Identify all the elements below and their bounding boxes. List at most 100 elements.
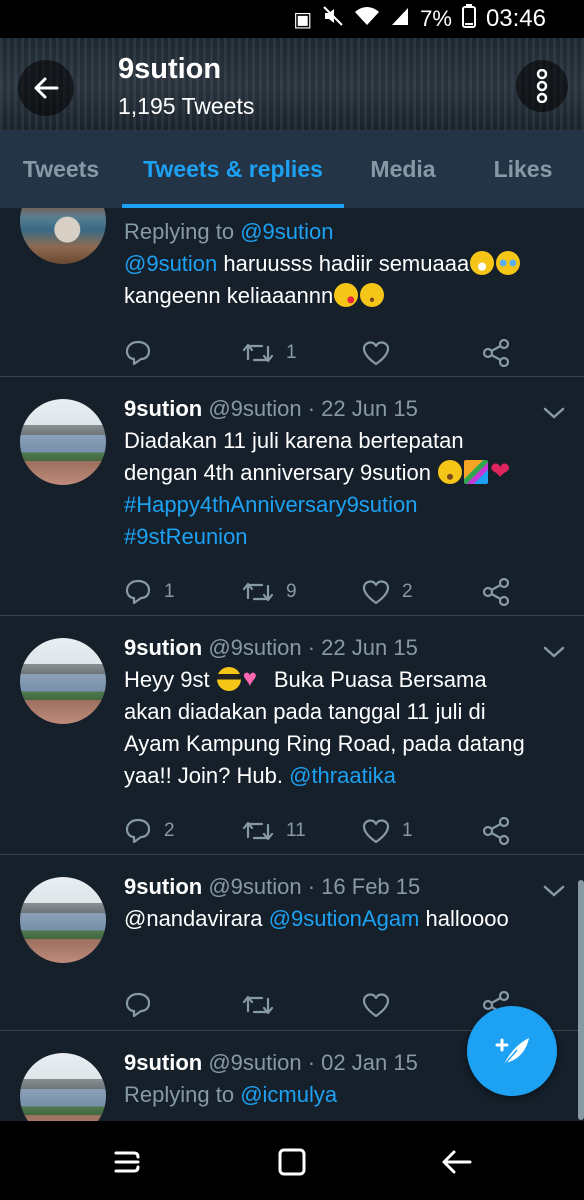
avatar[interactable] bbox=[20, 877, 106, 963]
share-icon bbox=[482, 339, 510, 367]
retweet-button[interactable]: 1 bbox=[242, 336, 297, 370]
signal-icon bbox=[390, 5, 410, 33]
image-notification-icon: ▣ bbox=[293, 8, 313, 31]
tweet-text: Ayam Kampung Ring Road, pada datang bbox=[124, 731, 525, 756]
more-options-button[interactable] bbox=[516, 60, 568, 112]
tweet-meta: @9sution · 22 Jun 15 bbox=[202, 635, 418, 660]
like-button[interactable] bbox=[362, 336, 402, 370]
retweet-count: 11 bbox=[286, 820, 306, 841]
smile-emoji-icon bbox=[438, 460, 463, 484]
tweet-text: kangeenn keliaaannn bbox=[124, 283, 334, 308]
retweet-icon bbox=[242, 582, 274, 602]
red-heart-emoji-icon bbox=[490, 460, 514, 484]
battery-percent: 7% bbox=[420, 6, 452, 31]
tweet-meta: @9sution · 22 Jun 15 bbox=[202, 396, 418, 421]
reply-button[interactable]: 1 bbox=[124, 575, 175, 609]
tab-tweets-and-replies[interactable]: Tweets & replies bbox=[122, 130, 344, 208]
retweet-button[interactable]: 9 bbox=[242, 575, 297, 609]
tweet-count: 1,195 Tweets bbox=[118, 93, 255, 119]
share-icon bbox=[482, 578, 510, 606]
vertical-dots-icon bbox=[536, 69, 548, 103]
retweet-icon bbox=[242, 821, 274, 841]
share-icon bbox=[482, 817, 510, 845]
compose-tweet-button[interactable] bbox=[467, 1006, 557, 1096]
replying-to-handle[interactable]: @icmulya bbox=[240, 1082, 337, 1107]
tweet-feed: Replying to @9sution @9sution haruusss h… bbox=[0, 208, 584, 1121]
tweet-text: yaa!! Join? Hub. bbox=[124, 763, 290, 788]
share-button[interactable] bbox=[482, 575, 510, 609]
author-name[interactable]: 9sution bbox=[124, 1050, 202, 1075]
back-button[interactable] bbox=[18, 60, 74, 116]
tweet-item[interactable]: 9sution @9sution · 22 Jun 15 Diadakan 11… bbox=[0, 377, 584, 616]
tweet-text: halloooo bbox=[419, 906, 509, 931]
avatar[interactable] bbox=[20, 208, 106, 264]
tweet-meta: @9sution · 02 Jan 15 bbox=[202, 1050, 418, 1075]
heart-icon bbox=[362, 341, 390, 366]
retweet-button[interactable]: 11 bbox=[242, 814, 306, 848]
tweet-text: Heyy 9st bbox=[124, 667, 216, 692]
two-hearts-emoji-icon bbox=[243, 667, 267, 691]
share-button[interactable] bbox=[482, 336, 510, 370]
avatar[interactable] bbox=[20, 399, 106, 485]
reply-button[interactable] bbox=[124, 988, 164, 1022]
avatar[interactable] bbox=[20, 638, 106, 724]
avatar[interactable] bbox=[20, 1053, 106, 1121]
reply-icon bbox=[125, 340, 151, 366]
author-name[interactable]: 9sution bbox=[124, 635, 202, 660]
like-count: 2 bbox=[402, 581, 413, 602]
retweet-count: 9 bbox=[286, 581, 297, 602]
tab-likes[interactable]: Likes bbox=[462, 130, 584, 208]
tweet-text: dengan 4th anniversary 9sution bbox=[124, 460, 438, 485]
heart-icon bbox=[362, 993, 390, 1018]
reply-icon bbox=[125, 818, 151, 844]
like-button[interactable]: 2 bbox=[362, 575, 413, 609]
retweet-icon bbox=[242, 343, 274, 363]
retweet-button[interactable] bbox=[242, 988, 286, 1022]
tweet-text: Buka Puasa Bersama bbox=[267, 667, 487, 692]
tweet-item[interactable]: Replying to @9sution @9sution haruusss h… bbox=[0, 208, 584, 377]
profile-name: 9sution bbox=[118, 53, 222, 85]
battery-icon bbox=[461, 4, 476, 34]
like-button[interactable]: 1 bbox=[362, 814, 413, 848]
sunglasses-emoji-icon bbox=[216, 667, 241, 691]
mention-link[interactable]: @9sution bbox=[124, 251, 217, 276]
like-count: 1 bbox=[402, 820, 413, 841]
tweet-text: akan diadakan pada tanggal 11 juli di bbox=[124, 699, 486, 724]
arrow-left-icon bbox=[34, 77, 59, 99]
reply-count: 2 bbox=[164, 820, 175, 841]
reply-button[interactable] bbox=[124, 336, 164, 370]
kissing-emoji-icon bbox=[360, 283, 385, 307]
home-icon[interactable] bbox=[275, 1145, 309, 1179]
tweet-text: Diadakan 11 juli karena bertepatan bbox=[124, 428, 464, 453]
hashtag-link[interactable]: #Happy4thAnniversary9sution bbox=[124, 489, 564, 521]
share-button[interactable] bbox=[482, 814, 510, 848]
hashtag-link[interactable]: #9stReunion bbox=[124, 521, 564, 553]
scrollbar[interactable] bbox=[578, 880, 584, 1120]
replying-to-label: Replying to bbox=[124, 1082, 235, 1107]
author-name[interactable]: 9sution bbox=[124, 396, 202, 421]
reply-button[interactable]: 2 bbox=[124, 814, 175, 848]
mention-link[interactable]: @thraatika bbox=[289, 763, 396, 788]
compose-feather-icon bbox=[495, 1038, 529, 1067]
tweet-item[interactable]: 9sution @9sution · 22 Jun 15 Heyy 9st Bu… bbox=[0, 616, 584, 855]
reply-icon bbox=[125, 992, 151, 1018]
heart-icon bbox=[362, 580, 390, 605]
reply-count: 1 bbox=[164, 581, 175, 602]
tab-media[interactable]: Media bbox=[344, 130, 462, 208]
mention-link[interactable]: @9sutionAgam bbox=[269, 906, 420, 931]
status-bar: ▣ 7% 03:46 bbox=[0, 0, 584, 38]
replying-to-handle[interactable]: @9sution bbox=[240, 219, 333, 244]
profile-tabs: Tweets Tweets & replies Media Likes bbox=[0, 130, 584, 208]
tweet-item[interactable]: 9sution @9sution · 16 Feb 15 @nandavirar… bbox=[0, 855, 584, 1031]
like-button[interactable] bbox=[362, 988, 402, 1022]
recent-apps-icon[interactable] bbox=[110, 1145, 144, 1179]
tweet-text: @nandavirara bbox=[124, 906, 269, 931]
mute-icon bbox=[322, 5, 344, 33]
back-nav-icon[interactable] bbox=[440, 1145, 474, 1179]
author-name[interactable]: 9sution bbox=[124, 874, 202, 899]
tweet-meta: @9sution · 16 Feb 15 bbox=[202, 874, 421, 899]
kiss-emoji-icon bbox=[334, 283, 359, 307]
wifi-icon bbox=[354, 5, 380, 33]
tab-tweets[interactable]: Tweets bbox=[0, 130, 122, 208]
heart-icon bbox=[362, 819, 390, 844]
